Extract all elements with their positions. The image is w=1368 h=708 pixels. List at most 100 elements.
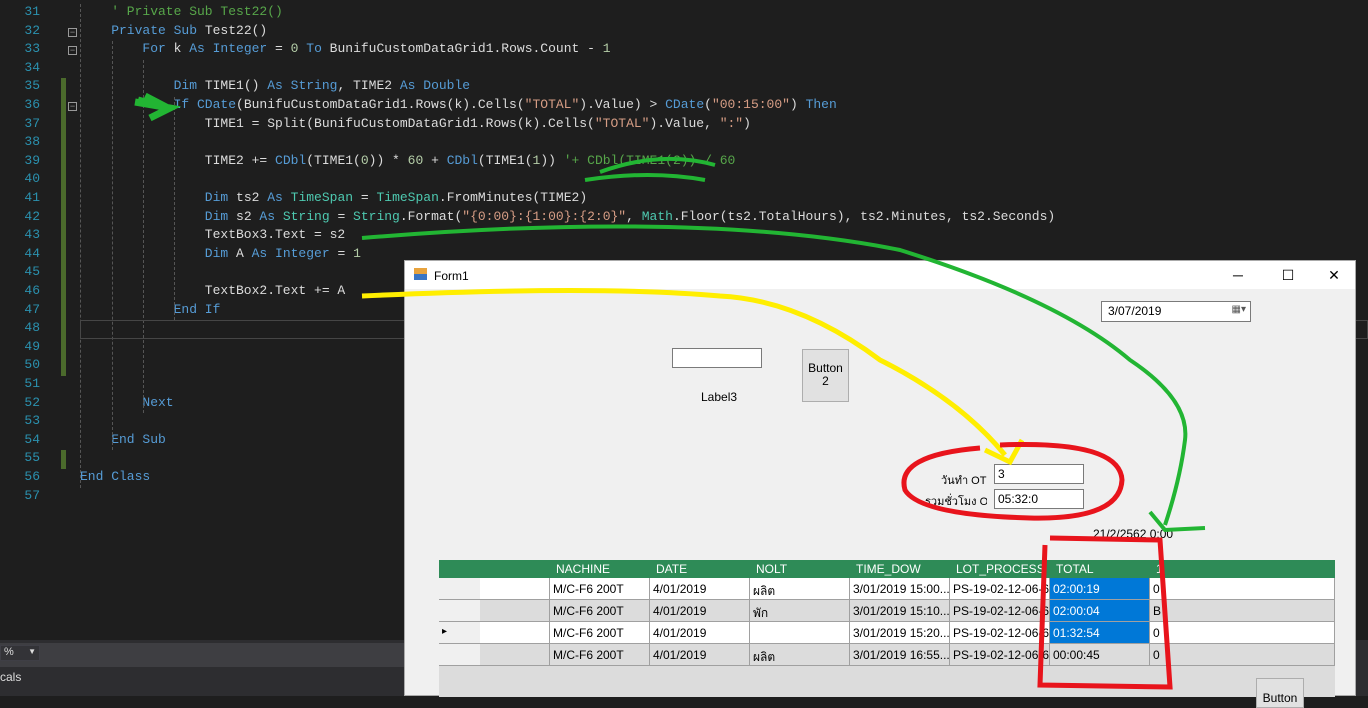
ot-hours-textbox[interactable]: 05:32:0 [994,489,1084,509]
horizontal-scrollbar[interactable] [0,643,404,667]
code-token: BunifuCustomDataGrid1.Rows.Count - [329,41,603,57]
line-number: 50 [24,357,40,373]
table-cell[interactable]: 4/01/2019 [650,578,750,599]
line-number: 36 [24,97,40,112]
table-cell[interactable]: M/C-F6 200T [550,622,650,643]
code-line[interactable]: TextBox2.Text += A [205,283,345,298]
table-cell[interactable]: 4/01/2019 [650,644,750,665]
minimize-button[interactable]: ─ [1215,261,1261,289]
table-cell[interactable] [750,622,850,643]
table-cell[interactable]: 3/01/2019 15:20... [850,622,950,643]
row-header[interactable] [439,600,480,621]
table-cell[interactable]: 3/01/2019 15:10... [850,600,950,621]
code-line[interactable]: ' Private Sub Test22() [111,4,283,19]
column-header[interactable]: TIME_DOW [850,560,950,578]
line-number: 41 [24,190,40,205]
table-cell[interactable]: M/C-F6 200T [550,644,650,665]
table-cell[interactable]: 01:32:54 [1050,622,1150,643]
line-number: 34 [24,59,40,75]
button-bottom[interactable]: Button [1256,678,1304,708]
table-cell[interactable]: 3/01/2019 16:55... [850,644,950,665]
table-cell[interactable]: ผลิต [750,644,850,665]
code-line[interactable]: TIME1 = Split(BunifuCustomDataGrid1.Rows… [205,116,751,131]
textbox1[interactable] [672,348,762,368]
button2[interactable]: Button 2 [802,349,849,402]
column-header[interactable]: 1 [1150,560,1335,578]
form1-window: Form1 ─ ☐ ✕ 3/07/2019 ▦▾ Button 2 Label3 … [404,260,1357,708]
code-line[interactable]: TextBox3.Text = s2 [205,227,345,242]
table-cell[interactable]: PS-19-02-12-06-6... [950,578,1050,599]
calendar-icon[interactable]: ▦▾ [1232,304,1246,315]
table-cell[interactable]: PS-19-02-12-06-6... [950,644,1050,665]
code-token: TextBox3.Text = s2 [204,227,346,243]
data-grid[interactable]: NACHINE DATE NOLT TIME_DOW LOT_PROCESS TOTAL 1… [439,560,1335,666]
column-header[interactable]: DATE [650,560,750,578]
column-header[interactable] [480,560,550,578]
line-number: 49 [24,338,40,354]
table-cell[interactable] [480,578,550,599]
code-line[interactable]: Dim A As Integer = 1 [205,246,361,261]
table-cell[interactable]: พัก [750,600,850,621]
code-token: Math [641,208,673,224]
zoom-dropdown[interactable]: % ▼ [0,645,40,661]
table-cell[interactable]: M/C-F6 200T [550,578,650,599]
locals-tab[interactable]: cals [0,670,21,684]
code-line[interactable]: For k As Integer = 0 To BunifuCustomData… [142,41,610,56]
table-cell[interactable]: B [1150,600,1335,621]
table-cell[interactable]: PS-19-02-12-06-6... [950,622,1050,643]
code-line[interactable]: TIME2 += CDbl(TIME1(0)) * 60 + CDbl(TIME… [205,153,736,168]
table-cell[interactable]: 3/01/2019 15:00... [850,578,950,599]
column-header[interactable]: NOLT [750,560,850,578]
table-row[interactable]: M/C-F6 200T 4/01/2019 ผลิต 3/01/2019 16:55.… [439,644,1335,666]
table-cell[interactable]: 0 [1150,578,1335,599]
change-marker [61,301,66,321]
change-marker [61,152,66,172]
collapse-icon[interactable]: − [68,102,77,111]
code-line[interactable]: End Class [80,469,150,484]
code-line[interactable]: Next [142,395,173,410]
table-cell[interactable] [480,644,550,665]
close-button[interactable]: ✕ [1311,261,1357,289]
table-row[interactable]: ▸ M/C-F6 200T 4/01/2019 3/01/2019 15:20... P… [439,622,1335,644]
table-cell[interactable]: 4/01/2019 [650,600,750,621]
table-cell[interactable]: 4/01/2019 [650,622,750,643]
table-cell[interactable]: 0 [1150,644,1335,665]
line-number: 32 [24,22,40,38]
table-cell[interactable]: PS-19-02-12-06-6... [950,600,1050,621]
table-cell[interactable]: 02:00:04 [1050,600,1150,621]
collapse-icon[interactable]: − [68,27,77,37]
table-row[interactable]: M/C-F6 200T 4/01/2019 ผลิต 3/01/2019 15:00.… [439,578,1335,600]
table-cell[interactable] [480,622,550,643]
code-line[interactable]: End Sub [111,432,166,447]
row-header[interactable]: ▸ [439,622,480,643]
table-cell[interactable]: ผลิต [750,578,850,599]
change-marker [61,264,66,283]
code-token: = [360,190,377,205]
row-header[interactable] [439,578,480,599]
code-line[interactable]: Private Sub Test22() [111,23,267,38]
collapse-icon[interactable]: − [68,46,77,56]
code-line[interactable]: Dim TIME1() As String, TIME2 As Double [174,78,471,93]
table-row[interactable]: M/C-F6 200T 4/01/2019 พัก 3/01/2019 15:10..… [439,600,1335,622]
table-cell[interactable]: 02:00:19 [1050,578,1150,599]
grid-background [439,666,1335,697]
code-line[interactable]: If CDate(BunifuCustomDataGrid1.Rows(k).C… [174,97,837,112]
row-header[interactable] [439,644,480,665]
code-token: A [236,245,252,261]
code-line[interactable]: Dim ts2 As TimeSpan = TimeSpan.FromMinut… [205,190,587,205]
table-cell[interactable]: 0 [1150,622,1335,643]
code-token: As Double [399,78,471,94]
table-cell[interactable]: 00:00:45 [1050,644,1150,665]
code-line[interactable]: Dim s2 As String = String.Format("{0:00}… [205,209,1055,224]
column-header[interactable]: TOTAL [1050,560,1150,578]
date-picker[interactable]: 3/07/2019 ▦▾ [1101,301,1251,322]
column-header[interactable]: NACHINE [550,560,650,578]
code-token: For [142,41,174,57]
table-cell[interactable]: M/C-F6 200T [550,600,650,621]
table-cell[interactable] [480,600,550,621]
column-header[interactable]: LOT_PROCESS [950,560,1050,578]
code-line[interactable]: End If [174,302,221,317]
ot-days-textbox[interactable]: 3 [994,464,1084,484]
change-marker [61,208,66,228]
maximize-button[interactable]: ☐ [1265,261,1311,289]
